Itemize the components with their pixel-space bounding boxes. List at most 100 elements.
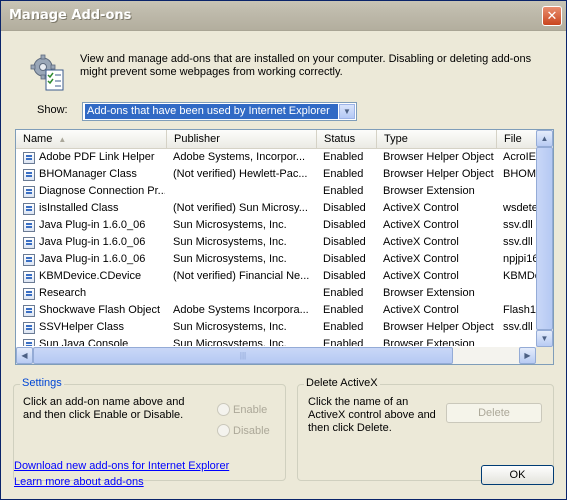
addon-name-cell[interactable]: Java Plug-in 1.6.0_06: [39, 251, 165, 268]
column-file-label: File: [504, 133, 522, 145]
addon-status-cell: Disabled: [323, 236, 366, 248]
addon-publisher-cell: Sun Microsystems, Inc.: [173, 219, 287, 231]
column-name-label: Name: [23, 133, 53, 145]
addon-publisher-cell: Sun Microsystems, Inc.: [173, 338, 287, 346]
addon-file-cell: ssv.dll: [503, 236, 533, 248]
table-row[interactable]: BHOManager Class (Not verified) Hewlett-P…: [16, 166, 536, 183]
chevron-down-icon[interactable]: ▼: [339, 104, 355, 119]
disable-radio-label[interactable]: Disable: [233, 425, 270, 437]
table-row[interactable]: Java Plug-in 1.6.0_06 Sun Microsystems, I…: [16, 251, 536, 268]
scroll-right-button[interactable]: ▶: [519, 347, 536, 364]
window-title: Manage Add-ons: [9, 8, 132, 23]
addon-type-cell: ActiveX Control: [383, 202, 459, 214]
addon-name-cell[interactable]: Java Plug-in 1.6.0_06: [39, 217, 165, 234]
addon-type-cell: Browser Extension: [383, 185, 475, 197]
addon-publisher-cell: Adobe Systems Incorpora...: [173, 304, 309, 316]
enable-radio[interactable]: [217, 403, 230, 416]
ok-button[interactable]: OK: [481, 465, 554, 485]
addon-name-cell[interactable]: Java Plug-in 1.6.0_06: [39, 234, 165, 251]
show-dropdown-value[interactable]: Add-ons that have been used by Internet …: [85, 104, 338, 119]
show-dropdown[interactable]: Add-ons that have been used by Internet …: [82, 102, 357, 121]
delete-activex-instructions: Click the name of an ActiveX control abo…: [308, 396, 436, 434]
addon-status-cell: Enabled: [323, 185, 364, 197]
enable-radio-label[interactable]: Enable: [233, 404, 267, 416]
gear-checklist-icon: [30, 54, 64, 91]
addon-status-cell: Disabled: [323, 219, 366, 231]
scroll-up-button[interactable]: ▲: [536, 130, 553, 147]
table-row[interactable]: SSVHelper Class Sun Microsystems, Inc. Ena…: [16, 319, 536, 336]
column-type-label: Type: [384, 133, 408, 145]
addon-type-cell: ActiveX Control: [383, 253, 459, 265]
column-header-type[interactable]: Type: [377, 130, 497, 149]
addon-publisher-cell: (Not verified) Financial Ne...: [173, 270, 310, 282]
table-row[interactable]: Shockwave Flash Object Adobe Systems Inco…: [16, 302, 536, 319]
column-publisher-label: Publisher: [174, 133, 220, 145]
addon-file-cell: npjpi160_06.dll: [503, 253, 536, 265]
scroll-down-button[interactable]: ▼: [536, 330, 553, 347]
addon-publisher-cell: Adobe Systems, Incorpor...: [173, 151, 306, 163]
addon-icon: [23, 305, 35, 317]
addon-icon: [23, 186, 35, 198]
intro-description: View and manage add-ons that are install…: [80, 53, 532, 78]
addon-type-cell: Browser Helper Object: [383, 151, 494, 163]
table-row[interactable]: isInstalled Class (Not verified) Sun Micr…: [16, 200, 536, 217]
addon-icon: [23, 271, 35, 283]
addon-status-cell: Enabled: [323, 287, 364, 299]
addon-publisher-cell: Sun Microsystems, Inc.: [173, 253, 287, 265]
addon-name-cell[interactable]: Adobe PDF Link Helper: [39, 149, 165, 166]
disable-radio[interactable]: [217, 424, 230, 437]
table-row[interactable]: KBMDevice.CDevice (Not verified) Financia…: [16, 268, 536, 285]
addon-publisher-cell: Sun Microsystems, Inc.: [173, 321, 287, 333]
addons-list[interactable]: Name ▲ Publisher Status Type File Adobe P…: [15, 129, 554, 365]
table-row[interactable]: Java Plug-in 1.6.0_06 Sun Microsystems, I…: [16, 234, 536, 251]
addon-publisher-cell: (Not verified) Hewlett-Pac...: [173, 168, 308, 180]
table-row[interactable]: Adobe PDF Link Helper Adobe Systems, Inco…: [16, 149, 536, 166]
close-button[interactable]: ✕: [542, 6, 562, 26]
settings-group-title: Settings: [20, 377, 64, 389]
addon-status-cell: Enabled: [323, 321, 364, 333]
addon-name-cell[interactable]: Shockwave Flash Object: [39, 302, 165, 319]
addon-name-cell[interactable]: SSVHelper Class: [39, 319, 165, 336]
addon-icon: [23, 322, 35, 334]
table-row[interactable]: Sun Java Console Sun Microsystems, Inc. En…: [16, 336, 536, 346]
download-addons-link[interactable]: Download new add-ons for Internet Explor…: [14, 460, 229, 472]
table-row[interactable]: Diagnose Connection Pr... Enabled Browser …: [16, 183, 536, 200]
addon-icon: [23, 152, 35, 164]
settings-instructions: Click an add-on name above and and then …: [23, 396, 185, 421]
column-header-publisher[interactable]: Publisher: [167, 130, 317, 149]
horizontal-scroll-thumb[interactable]: |||: [33, 347, 453, 364]
addon-icon: [23, 169, 35, 181]
addon-name-cell[interactable]: Research: [39, 285, 165, 302]
learn-more-link[interactable]: Learn more about add-ons: [14, 476, 144, 488]
addon-name-cell[interactable]: KBMDevice.CDevice: [39, 268, 165, 285]
addon-status-cell: Disabled: [323, 270, 366, 282]
title-bar[interactable]: Manage Add-ons ✕: [1, 1, 566, 31]
addon-name-cell[interactable]: isInstalled Class: [39, 200, 165, 217]
vertical-scroll-thumb[interactable]: [536, 147, 553, 330]
addon-name-cell[interactable]: Diagnose Connection Pr...: [39, 183, 165, 200]
addon-file-cell: AcroIEHelper.dll: [503, 151, 536, 163]
addon-icon: [23, 254, 35, 266]
dialog-client-area: View and manage add-ons that are install…: [4, 32, 563, 496]
addon-publisher-cell: (Not verified) Sun Microsy...: [173, 202, 308, 214]
table-row[interactable]: Research Enabled Browser Extension: [16, 285, 536, 302]
addon-status-cell: Enabled: [323, 151, 364, 163]
column-header-status[interactable]: Status: [317, 130, 377, 149]
horizontal-scrollbar[interactable]: ◀ ||| ▶: [16, 347, 536, 364]
vertical-scrollbar[interactable]: ▲ ▼: [536, 130, 553, 347]
sort-ascending-icon: ▲: [58, 135, 67, 144]
show-label: Show:: [37, 104, 68, 116]
addon-icon: [23, 237, 35, 249]
scroll-left-button[interactable]: ◀: [16, 347, 33, 364]
addon-name-cell[interactable]: BHOManager Class: [39, 166, 165, 183]
table-row[interactable]: Java Plug-in 1.6.0_06 Sun Microsystems, I…: [16, 217, 536, 234]
column-header-name[interactable]: Name ▲: [16, 130, 167, 149]
addon-type-cell: ActiveX Control: [383, 219, 459, 231]
addon-file-cell: wsdetect.dll: [503, 202, 536, 214]
addon-type-cell: Browser Extension: [383, 287, 475, 299]
addon-status-cell: Disabled: [323, 253, 366, 265]
delete-button[interactable]: Delete: [446, 403, 542, 423]
list-body: Adobe PDF Link Helper Adobe Systems, Inco…: [16, 149, 536, 346]
list-header: Name ▲ Publisher Status Type File: [16, 130, 536, 149]
addon-name-cell[interactable]: Sun Java Console: [39, 336, 165, 346]
